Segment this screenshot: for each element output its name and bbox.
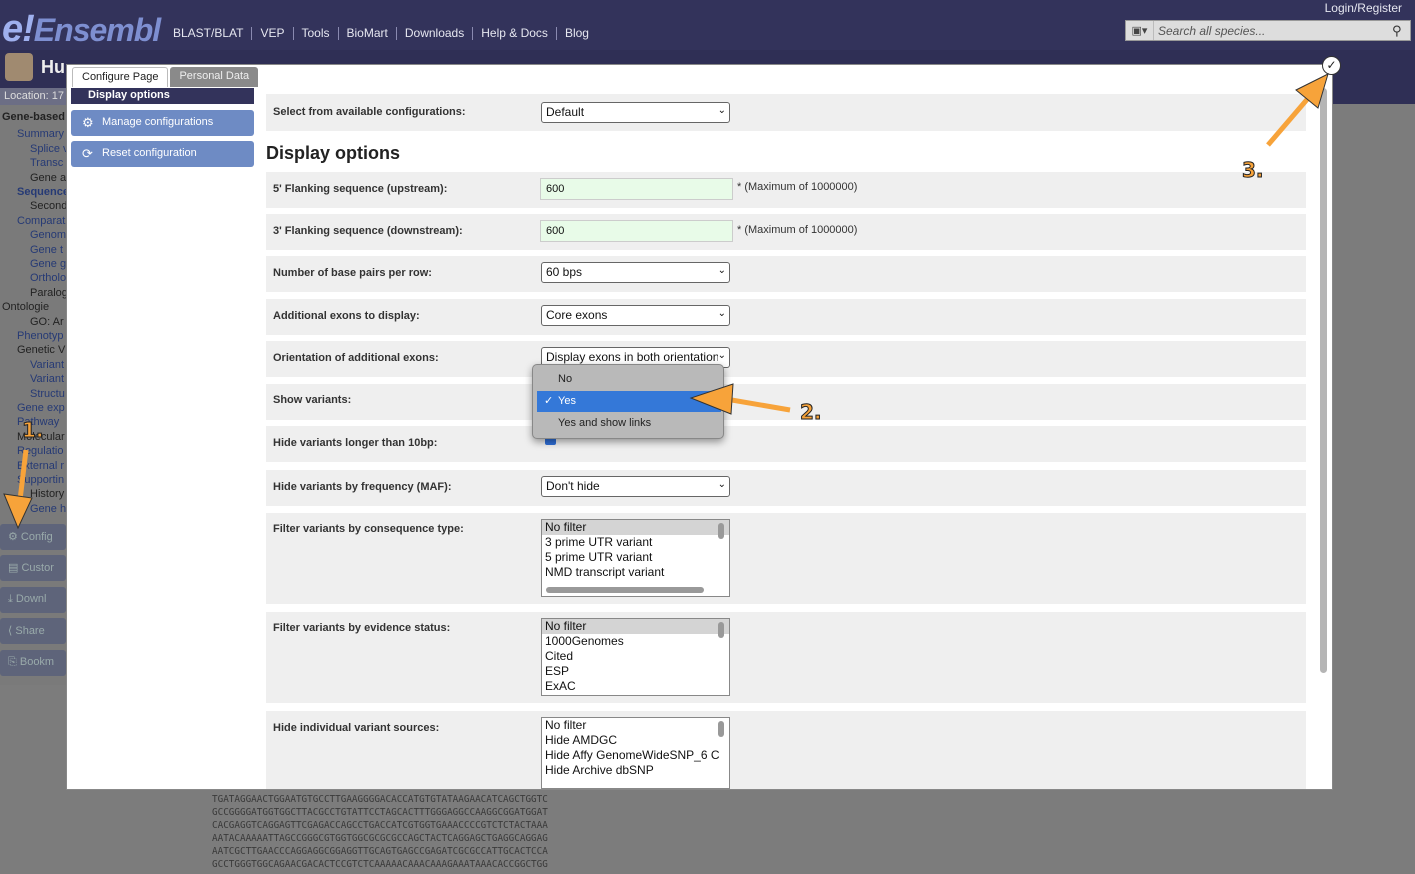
annotation-arrows [3, 73, 1329, 530]
annotation-1: 1. [22, 418, 44, 443]
annotation-3: 3. [1242, 158, 1264, 183]
arrow-2-head [689, 383, 734, 415]
arrow-1 [17, 449, 29, 501]
annotation-2: 2. [800, 400, 822, 425]
arrow-1-head [3, 493, 33, 530]
arrow-3 [1266, 94, 1312, 147]
